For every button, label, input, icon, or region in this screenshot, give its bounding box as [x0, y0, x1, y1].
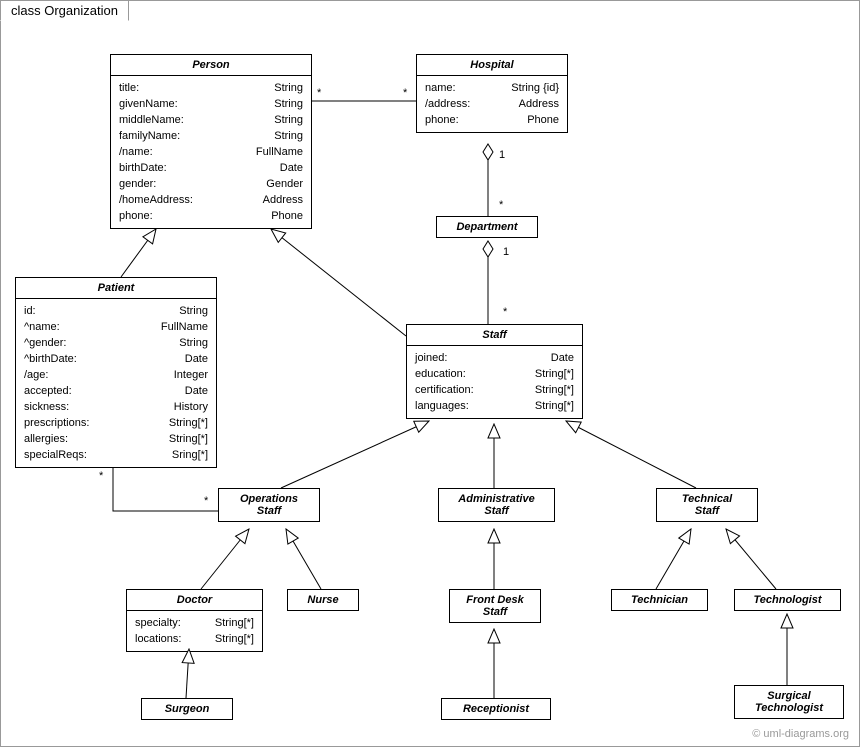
class-doctor-attrs: specialty:String[*]locations:String[*] [127, 611, 262, 651]
class-surgeon: Surgeon [141, 698, 233, 720]
class-nurse-title: Nurse [288, 590, 358, 610]
class-department-title: Department [437, 217, 537, 237]
class-patient-title: Patient [16, 278, 216, 298]
class-doctor-title: Doctor [127, 590, 262, 610]
class-front-desk-staff-title: Front DeskStaff [450, 590, 540, 622]
class-nurse: Nurse [287, 589, 359, 611]
mult-patient-ops-bottom: * [204, 495, 208, 507]
mult-dept-staff-top: 1 [503, 246, 509, 258]
class-receptionist: Receptionist [441, 698, 551, 720]
class-administrative-staff: AdministrativeStaff [438, 488, 555, 522]
class-staff: Staff joined:Dateeducation:String[*]cert… [406, 324, 583, 419]
class-person: Person title:StringgivenName:Stringmiddl… [110, 54, 312, 229]
class-patient-attrs: id:String^name:FullName^gender:String^bi… [16, 299, 216, 467]
class-person-title: Person [111, 55, 311, 75]
class-technologist: Technologist [734, 589, 841, 611]
class-doctor: Doctor specialty:String[*]locations:Stri… [126, 589, 263, 652]
class-hospital-attrs: name:String {id}/address:Addressphone:Ph… [417, 76, 567, 132]
edge-patient-person [121, 229, 156, 277]
class-technician-title: Technician [612, 590, 707, 610]
mult-dept-staff-bottom: * [503, 306, 507, 318]
class-operations-staff: OperationsStaff [218, 488, 320, 522]
edge-technician-tech [656, 529, 691, 589]
credit-text: © uml-diagrams.org [752, 728, 849, 740]
mult-patient-ops-top: * [99, 470, 103, 482]
edge-tech-staff [566, 421, 696, 488]
class-patient: Patient id:String^name:FullName^gender:S… [15, 277, 217, 468]
edge-surgeon-doctor [186, 649, 189, 698]
edge-nurse-ops [286, 529, 321, 589]
class-technologist-title: Technologist [735, 590, 840, 610]
class-technical-staff: TechnicalStaff [656, 488, 758, 522]
class-front-desk-staff: Front DeskStaff [449, 589, 541, 623]
class-technical-staff-title: TechnicalStaff [657, 489, 757, 521]
class-operations-staff-title: OperationsStaff [219, 489, 319, 521]
mult-hospital-dept-top: 1 [499, 149, 505, 161]
edge-staff-person [271, 229, 406, 336]
class-surgical-technologist-title: SurgicalTechnologist [735, 686, 843, 718]
package-frame: class Organization Person title:Stringgi… [0, 0, 860, 747]
mult-person-hospital-left: * [317, 87, 321, 99]
class-hospital: Hospital name:String {id}/address:Addres… [416, 54, 568, 133]
mult-person-hospital-right: * [403, 87, 407, 99]
class-staff-attrs: joined:Dateeducation:String[*]certificat… [407, 346, 582, 418]
class-surgeon-title: Surgeon [142, 699, 232, 719]
class-person-attrs: title:StringgivenName:StringmiddleName:S… [111, 76, 311, 228]
class-hospital-title: Hospital [417, 55, 567, 75]
edge-ops-staff [281, 421, 429, 488]
class-surgical-technologist: SurgicalTechnologist [734, 685, 844, 719]
class-staff-title: Staff [407, 325, 582, 345]
class-administrative-staff-title: AdministrativeStaff [439, 489, 554, 521]
edge-technologist-tech [726, 529, 776, 589]
class-receptionist-title: Receptionist [442, 699, 550, 719]
class-department: Department [436, 216, 538, 238]
edge-doctor-ops [201, 529, 249, 589]
mult-hospital-dept-bottom: * [499, 199, 503, 211]
frame-title: class Organization [0, 0, 129, 21]
class-technician: Technician [611, 589, 708, 611]
edge-patient-opsstaff [113, 467, 218, 511]
